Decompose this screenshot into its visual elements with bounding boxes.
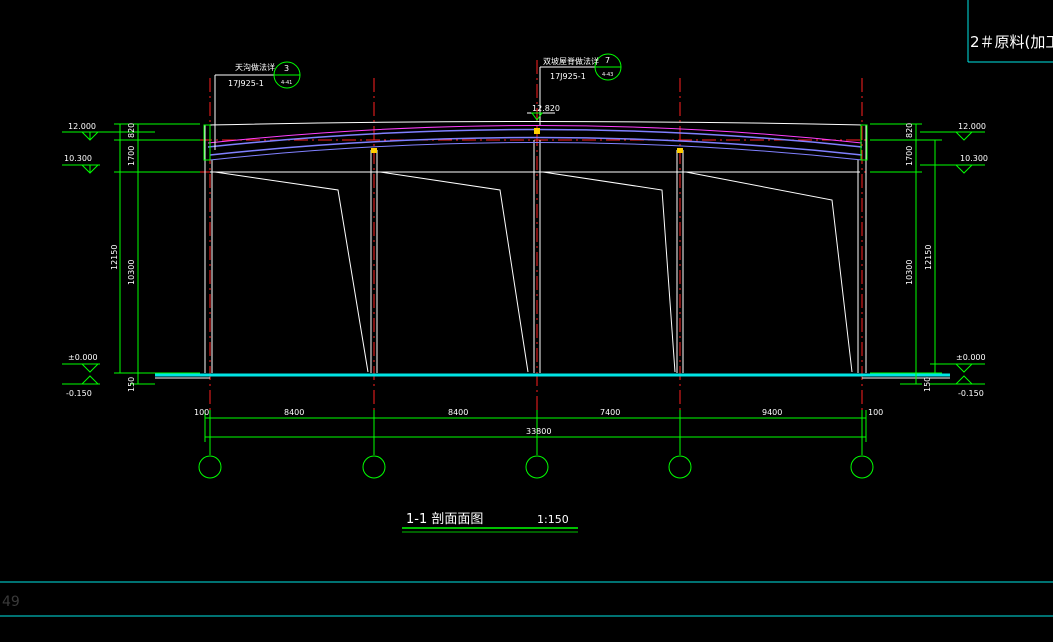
- callout-ridge-ref: 17J925-1: [550, 72, 586, 81]
- callout-gutter-ref: 17J925-1: [228, 79, 264, 88]
- ground-line: [155, 373, 950, 379]
- right-elevation-outside: -0.150: [958, 389, 984, 398]
- left-dim-820: 820: [127, 123, 136, 138]
- right-dim-10300: 10300: [905, 260, 914, 285]
- dim-total: 33800: [526, 427, 551, 436]
- right-elevation-ground: ±0.000: [956, 353, 986, 362]
- callout-gutter: 天沟做法详 17J925-1 3 4-41: [214, 61, 301, 150]
- dim-span-4: 9400: [762, 408, 782, 417]
- callout-ridge-text: 双坡屋脊做法详: [543, 56, 599, 66]
- right-elevation-eave: 10.300: [960, 154, 988, 163]
- left-elevation-outside: -0.150: [66, 389, 92, 398]
- footer-number: 49: [2, 594, 20, 610]
- dim-span-3: 7400: [600, 408, 620, 417]
- right-elevation-top: 12.000: [958, 122, 986, 131]
- axis-lines: [150, 60, 900, 455]
- right-dim-150: 150: [923, 377, 932, 392]
- callout-ridge-num: 7: [605, 56, 610, 65]
- callout-gutter-sub: 4-41: [281, 80, 292, 86]
- left-dim-1700: 1700: [127, 146, 136, 166]
- horizontal-dim-labels: 100 8400 8400 7400 9400 100 33800: [194, 408, 883, 436]
- left-elevation-eave: 10.300: [64, 154, 92, 163]
- dim-span-1: 8400: [284, 408, 304, 417]
- dim-edge-right: 100: [868, 408, 883, 417]
- drawing-scale: 1:150: [537, 513, 569, 526]
- left-dim-150: 150: [127, 377, 136, 392]
- left-elevation-marks: [62, 131, 155, 385]
- right-dim-1700: 1700: [905, 146, 914, 166]
- right-vertical-dim-labels: 820 1700 10300 12150 150: [905, 123, 933, 392]
- left-elevation-top: 12.000: [68, 122, 96, 131]
- axis-bubble-1: [198, 455, 222, 479]
- roof-structure: [203, 121, 868, 161]
- left-vertical-dim-labels: 820 1700 10300 12150 150: [110, 123, 136, 392]
- building-outline: [204, 124, 867, 373]
- left-elevation-ground: ±0.000: [68, 353, 98, 362]
- left-dim-10300: 10300: [127, 260, 136, 285]
- right-dim-12150: 12150: [924, 245, 933, 270]
- callout-ridge: 双坡屋脊做法详 17J925-1 7 4-43: [539, 53, 622, 125]
- axis-bubble-3: [525, 455, 549, 479]
- left-dim-12150: 12150: [110, 245, 119, 270]
- dim-edge-left: 100: [194, 408, 209, 417]
- section-drawing: 2＃原料(加工) 49: [0, 0, 1053, 617]
- sheet-title: 2＃原料(加工): [970, 33, 1053, 51]
- sheet-frame: [0, 0, 1053, 617]
- dim-span-2: 8400: [448, 408, 468, 417]
- callout-gutter-text: 天沟做法详: [235, 62, 275, 72]
- axis-bubbles: [198, 455, 874, 479]
- ridge-elevation: 12.820: [527, 104, 560, 121]
- drawing-title: 1-1 剖面面图: [406, 512, 483, 527]
- axis-bubble-4: [668, 455, 692, 479]
- callout-ridge-sub: 4-43: [602, 72, 613, 78]
- callout-gutter-num: 3: [284, 64, 289, 73]
- right-dim-820: 820: [905, 123, 914, 138]
- axis-bubble-5: [850, 455, 874, 479]
- ridge-elevation-label: 12.820: [532, 104, 560, 113]
- axis-bubble-2: [362, 455, 386, 479]
